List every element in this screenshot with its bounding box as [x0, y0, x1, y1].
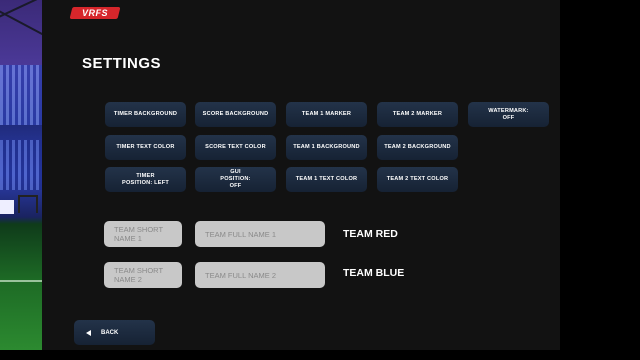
- team1-marker-button[interactable]: TEAM 1 MARKER: [286, 102, 367, 127]
- team2-short-name-input[interactable]: TEAM SHORT NAME 2: [104, 262, 182, 288]
- team2-full-name-input[interactable]: TEAM FULL NAME 2: [195, 262, 325, 288]
- team1-text-color-button[interactable]: TEAM 1 TEXT COLOR: [286, 167, 367, 192]
- bottom-letterbox: [0, 350, 640, 360]
- billboard: [0, 200, 14, 214]
- goal-frame: [18, 195, 38, 213]
- score-background-button[interactable]: SCORE BACKGROUND: [195, 102, 276, 127]
- team2-background-button[interactable]: TEAM 2 BACKGROUND: [377, 135, 458, 160]
- watermark-toggle-button[interactable]: WATERMARK: OFF: [468, 102, 549, 127]
- timer-background-button[interactable]: TIMER BACKGROUND: [105, 102, 186, 127]
- team1-full-name-input[interactable]: TEAM FULL NAME 1: [195, 221, 325, 247]
- back-button[interactable]: BACK: [74, 320, 155, 345]
- team2-label: TEAM BLUE: [343, 267, 405, 279]
- vrfs-logo: VRFS: [69, 7, 121, 19]
- back-arrow-icon: [86, 329, 91, 336]
- gui-position-button[interactable]: GUI POSITION: OFF: [195, 167, 276, 192]
- team2-text-color-button[interactable]: TEAM 2 TEXT COLOR: [377, 167, 458, 192]
- team1-label: TEAM RED: [343, 228, 398, 240]
- logo-text: VRFS: [81, 8, 108, 18]
- back-label: BACK: [101, 329, 119, 336]
- team1-background-button[interactable]: TEAM 1 BACKGROUND: [286, 135, 367, 160]
- page-title: SETTINGS: [82, 55, 162, 72]
- score-text-color-button[interactable]: SCORE TEXT COLOR: [195, 135, 276, 160]
- team2-marker-button[interactable]: TEAM 2 MARKER: [377, 102, 458, 127]
- timer-position-button[interactable]: TIMER POSITION: LEFT: [105, 167, 186, 192]
- timer-text-color-button[interactable]: TIMER TEXT COLOR: [105, 135, 186, 160]
- team1-short-name-input[interactable]: TEAM SHORT NAME 1: [104, 221, 182, 247]
